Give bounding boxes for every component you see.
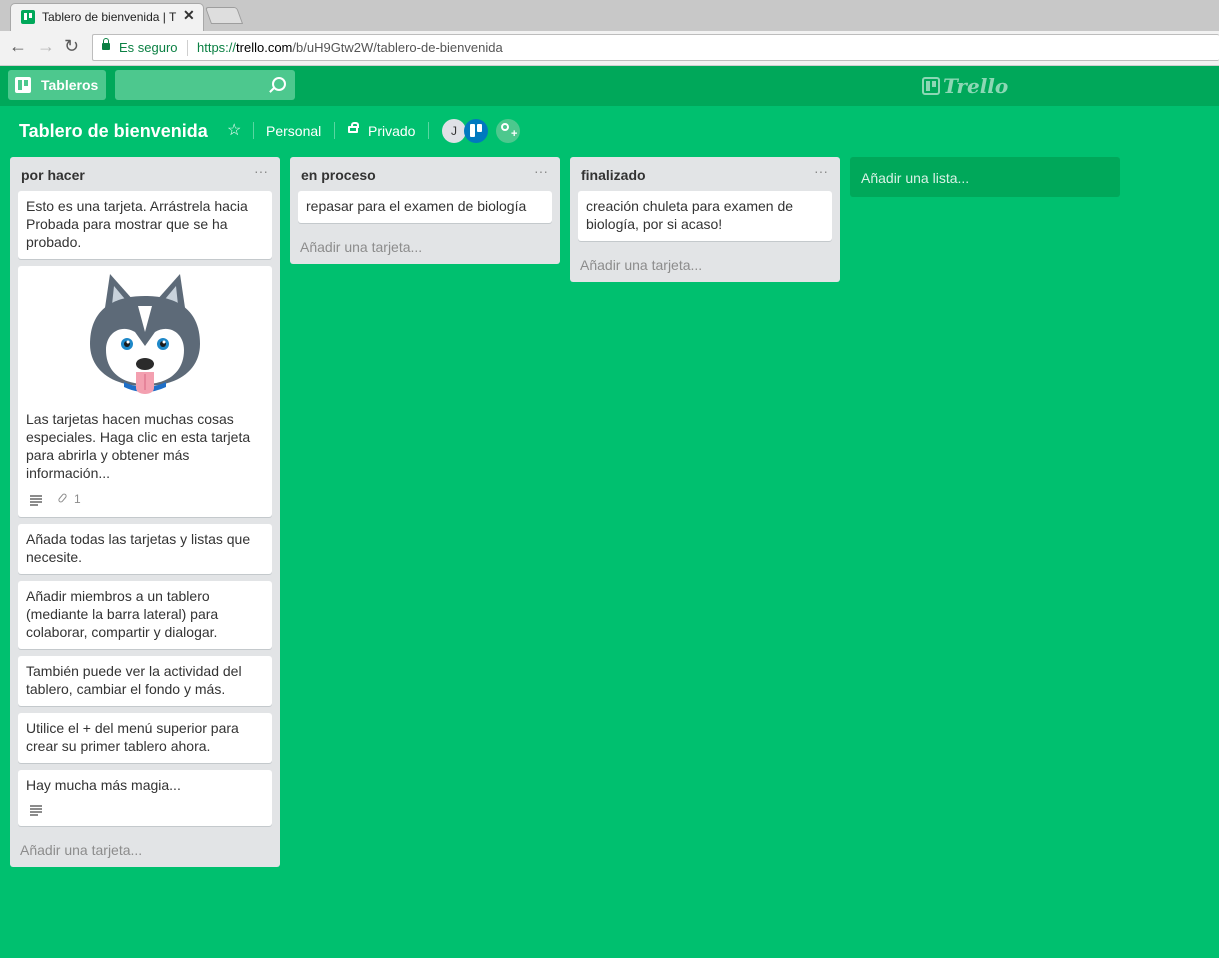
card[interactable]: Esto es una tarjeta. Arrástrela hacia Pr… xyxy=(18,191,272,259)
card[interactable]: Añada todas las tarjetas y listas que ne… xyxy=(18,524,272,574)
card[interactable]: También puede ver la actividad del table… xyxy=(18,656,272,706)
add-list-button[interactable]: Añadir una lista... xyxy=(850,157,1120,197)
add-user-icon xyxy=(501,123,517,140)
header-divider xyxy=(253,122,254,139)
card-text: Utilice el + del menú superior para crea… xyxy=(26,720,239,754)
member-avatar[interactable]: J xyxy=(442,119,466,143)
list-title[interactable]: por hacer xyxy=(21,167,85,183)
new-tab-button[interactable] xyxy=(204,7,244,24)
forward-arrow-icon[interactable]: → xyxy=(37,36,55,57)
url-scheme: https:// xyxy=(197,40,237,55)
boards-button[interactable]: Tableros xyxy=(8,70,107,100)
list-header[interactable]: en proceso ··· xyxy=(290,157,560,190)
add-list-label: Añadir una lista... xyxy=(861,170,970,186)
card[interactable]: repasar para el examen de biología xyxy=(298,191,552,223)
trello-logo[interactable]: Trello xyxy=(922,74,1008,98)
card-badges: 1 xyxy=(30,491,81,507)
search-icon[interactable] xyxy=(272,77,286,91)
tab-title: Tablero de bienvenida | T xyxy=(42,10,177,24)
url-text[interactable]: https://trello.com/b/uH9Gtw2W/tablero-de… xyxy=(197,40,503,55)
browser-toolbar: ← → ↻ Es seguro https://trello.com/b/uH9… xyxy=(0,31,1219,66)
list-menu-button[interactable]: ··· xyxy=(534,163,548,179)
card-text: Hay mucha más magia... xyxy=(26,777,181,793)
search-input[interactable] xyxy=(115,70,295,100)
list-title[interactable]: finalizado xyxy=(581,167,646,183)
list-en-proceso: en proceso ··· repasar para el examen de… xyxy=(290,157,560,264)
add-card-button[interactable]: Añadir una tarjeta... xyxy=(580,257,702,273)
card-text: Añadir miembros a un tablero (mediante l… xyxy=(26,588,219,640)
card-text: Las tarjetas hacen muchas cosas especial… xyxy=(26,411,251,481)
card-cover xyxy=(26,266,264,410)
board-privacy-button[interactable]: Privado xyxy=(368,123,415,139)
card[interactable]: Las tarjetas hacen muchas cosas especial… xyxy=(18,266,272,517)
card-text: creación chuleta para examen de biología… xyxy=(586,198,794,232)
url-path: /b/uH9Gtw2W/tablero-de-bienvenida xyxy=(292,40,503,55)
boards-icon xyxy=(15,77,31,93)
list-menu-button[interactable]: ··· xyxy=(254,163,268,179)
list-header[interactable]: por hacer ··· xyxy=(10,157,280,190)
lock-icon xyxy=(102,38,110,50)
lock-icon xyxy=(348,122,359,133)
husky-image xyxy=(90,274,200,394)
card[interactable]: creación chuleta para examen de biología… xyxy=(578,191,832,241)
list-por-hacer: por hacer ··· Esto es una tarjeta. Arrás… xyxy=(10,157,280,867)
card[interactable]: Añadir miembros a un tablero (mediante l… xyxy=(18,581,272,649)
card-badges xyxy=(30,801,42,817)
list-title[interactable]: en proceso xyxy=(301,167,376,183)
card-text: Añada todas las tarjetas y listas que ne… xyxy=(26,531,251,565)
description-icon xyxy=(30,494,42,506)
card-text: También puede ver la actividad del table… xyxy=(26,663,242,697)
list-header[interactable]: finalizado ··· xyxy=(570,157,840,190)
trello-avatar-icon[interactable] xyxy=(464,119,488,143)
card-text: Esto es una tarjeta. Arrástrela hacia Pr… xyxy=(26,198,248,250)
app-header: Tableros Trello xyxy=(0,66,1219,106)
card[interactable]: Utilice el + del menú superior para crea… xyxy=(18,713,272,763)
address-bar[interactable]: Es seguro https://trello.com/b/uH9Gtw2W/… xyxy=(92,34,1219,61)
close-icon[interactable]: ✕ xyxy=(183,7,195,24)
omnibox-divider xyxy=(187,40,188,56)
board-title[interactable]: Tablero de bienvenida xyxy=(19,121,208,142)
add-card-button[interactable]: Añadir una tarjeta... xyxy=(20,842,142,858)
logo-text: Trello xyxy=(943,74,1009,98)
secure-label: Es seguro xyxy=(119,40,178,55)
board-team-button[interactable]: Personal xyxy=(266,123,321,139)
add-member-button[interactable] xyxy=(496,119,520,143)
list-finalizado: finalizado ··· creación chuleta para exa… xyxy=(570,157,840,282)
header-divider xyxy=(428,122,429,139)
browser-tab-bar: Tablero de bienvenida | T ✕ xyxy=(0,0,1219,31)
trello-favicon-icon xyxy=(21,10,35,24)
paperclip-icon xyxy=(58,493,68,505)
header-divider xyxy=(334,122,335,139)
add-card-button[interactable]: Añadir una tarjeta... xyxy=(300,239,422,255)
back-arrow-icon[interactable]: ← xyxy=(9,36,27,57)
attachment-count: 1 xyxy=(74,492,81,506)
description-icon xyxy=(30,804,42,816)
card-text: repasar para el examen de biología xyxy=(306,198,527,214)
boards-label: Tableros xyxy=(41,77,99,93)
url-host: trello.com xyxy=(236,40,293,55)
trello-logo-icon xyxy=(922,77,940,95)
reload-icon[interactable]: ↻ xyxy=(64,36,79,57)
card[interactable]: Hay mucha más magia... xyxy=(18,770,272,826)
star-icon[interactable]: ☆ xyxy=(227,120,241,140)
browser-tab[interactable]: Tablero de bienvenida | T ✕ xyxy=(10,3,204,31)
list-menu-button[interactable]: ··· xyxy=(814,163,828,179)
